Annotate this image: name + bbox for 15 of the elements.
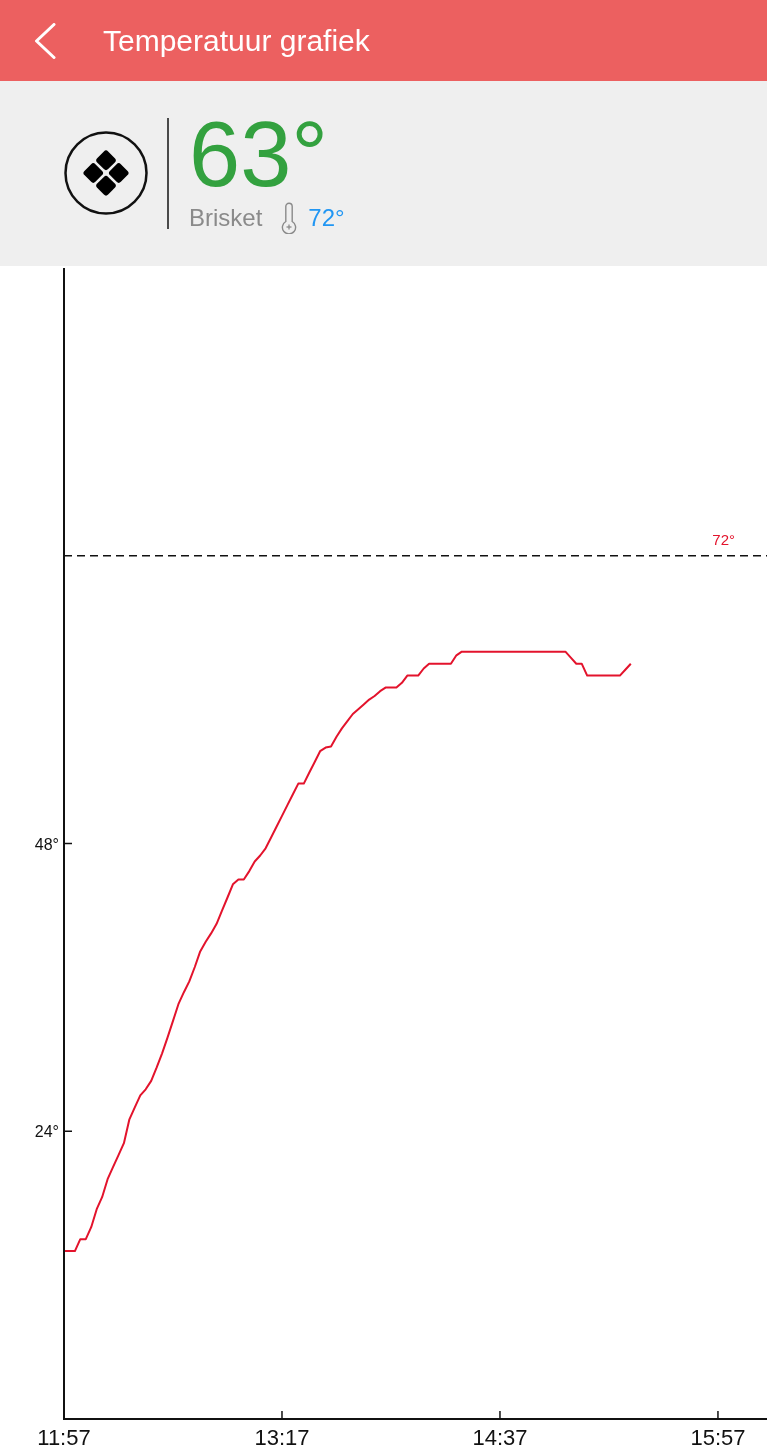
- target-label: 72°: [712, 530, 735, 548]
- x-tick-label: 15:57: [690, 1425, 746, 1450]
- probe-name: Brisket: [189, 204, 263, 232]
- current-temperature: 63°: [189, 108, 330, 200]
- x-tick-label: 11:57: [37, 1425, 91, 1450]
- back-button[interactable]: [33, 22, 57, 59]
- x-tick-label: 13:17: [254, 1425, 310, 1450]
- target-temperature: 72°: [308, 204, 345, 232]
- diamond-grid-icon: [64, 131, 148, 215]
- back-icon: [34, 22, 56, 59]
- y-tick-label: 48°: [34, 835, 59, 853]
- thermometer-icon: [281, 202, 298, 234]
- page-title: Temperatuur grafiek: [103, 23, 370, 58]
- x-tick-label: 14:37: [472, 1425, 528, 1450]
- y-tick-label: 24°: [34, 1123, 59, 1141]
